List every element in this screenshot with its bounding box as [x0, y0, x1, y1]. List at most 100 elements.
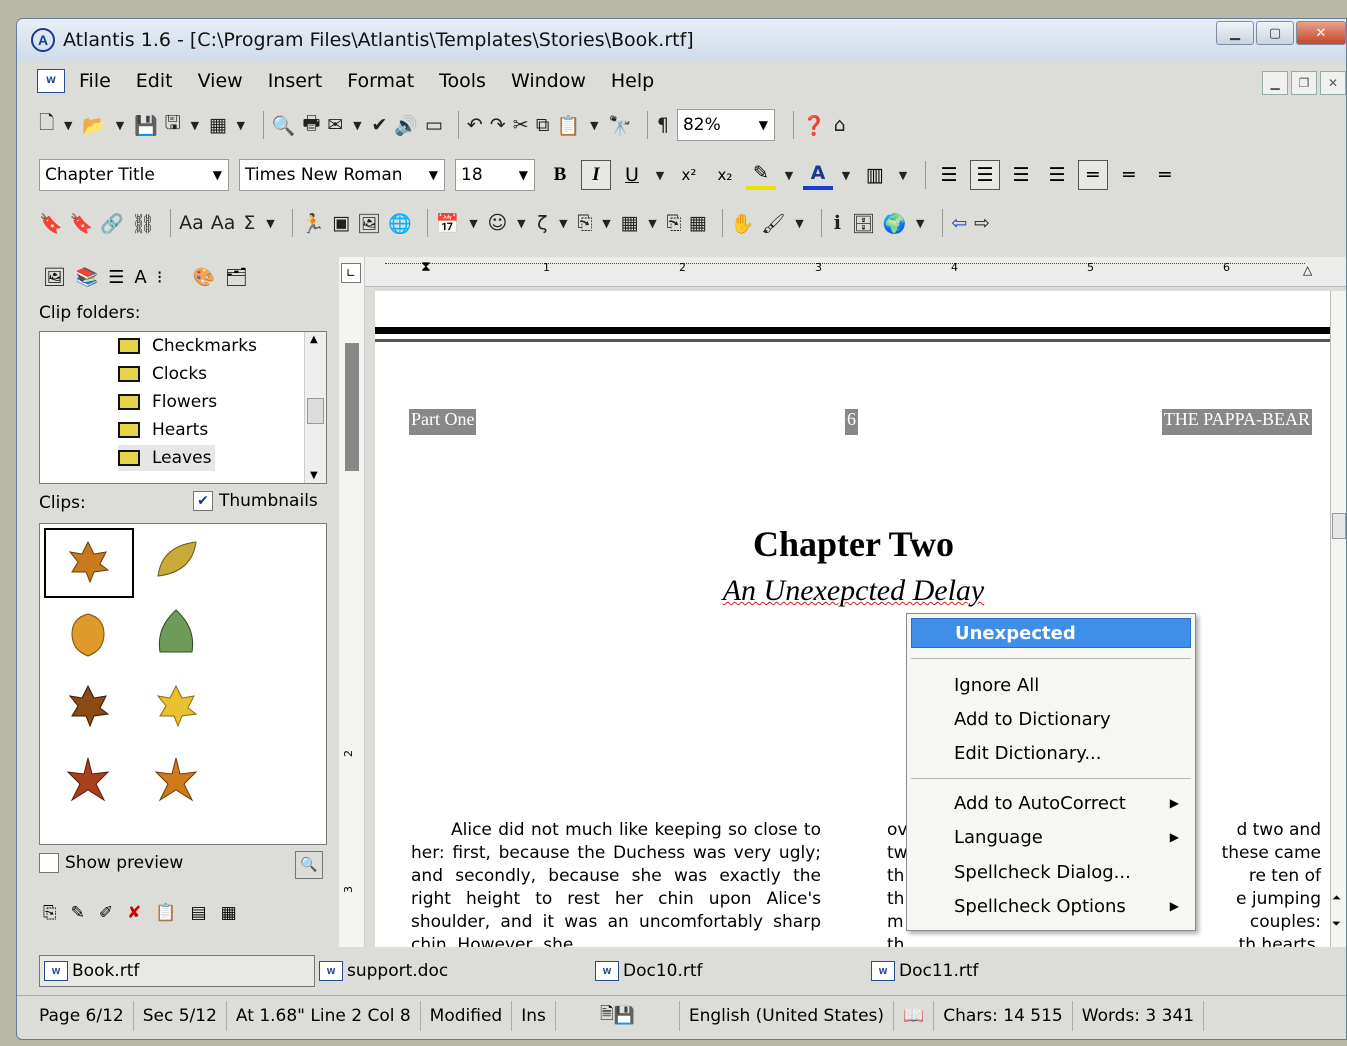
- menu-window[interactable]: Window: [511, 70, 586, 92]
- hand-icon[interactable]: ✋: [731, 212, 755, 235]
- document-scrollbar[interactable]: ⏶ ⏷: [1330, 291, 1346, 947]
- menu-file[interactable]: File: [79, 70, 111, 92]
- insert-clip-icon[interactable]: ⎘: [43, 903, 57, 923]
- show-preview-checkbox[interactable]: Show preview: [39, 853, 183, 873]
- dropdown-icon[interactable]: ▼: [653, 169, 667, 182]
- menu-tools[interactable]: Tools: [439, 70, 486, 92]
- speak-icon[interactable]: 🔊: [394, 114, 418, 137]
- word-count-icon[interactable]: Σ: [242, 212, 256, 234]
- dropdown-icon[interactable]: ▼: [467, 217, 481, 230]
- web-icon[interactable]: 🌍: [883, 212, 907, 235]
- justify-icon[interactable]: ☰: [1042, 160, 1072, 190]
- tab-stop-icon[interactable]: ∟: [341, 263, 361, 283]
- checkbox-icon[interactable]: ✔: [193, 491, 213, 511]
- smiley-icon[interactable]: ☺: [488, 212, 508, 234]
- dropdown-icon[interactable]: ▼: [350, 119, 364, 132]
- dropdown-icon[interactable]: ▼: [913, 217, 927, 230]
- horizontal-ruler[interactable]: 1 2 3 4 5 6 ⧗ △: [365, 257, 1346, 287]
- mdi-minimize-button[interactable]: ▁: [1262, 71, 1288, 95]
- format-painter-icon[interactable]: 🖌: [761, 212, 785, 235]
- spellcheck-icon[interactable]: ✔: [371, 114, 387, 136]
- spellcheck-status-icon[interactable]: 📖: [894, 1000, 935, 1031]
- panel-tab-clips-icon[interactable]: 🗂: [225, 267, 248, 288]
- subscript-button[interactable]: x₂: [710, 160, 740, 190]
- undo-icon[interactable]: ↶: [467, 114, 483, 136]
- mdi-close-button[interactable]: ✕: [1320, 71, 1346, 95]
- menu-language[interactable]: Language: [954, 822, 1043, 852]
- back-icon[interactable]: ⇦: [951, 212, 967, 234]
- form-icon[interactable]: ▭: [425, 114, 443, 136]
- frame-icon[interactable]: ▣: [332, 212, 350, 234]
- font-color-icon[interactable]: A: [803, 160, 833, 190]
- menu-spellcheck-dialog[interactable]: Spellcheck Dialog...: [954, 857, 1131, 887]
- scroll-up-icon[interactable]: ▲: [310, 334, 318, 345]
- paste-icon[interactable]: 📋: [557, 114, 581, 137]
- dropdown-icon[interactable]: ▼: [113, 119, 127, 132]
- edit-clip-icon[interactable]: ✎: [71, 903, 85, 923]
- print-preview-icon[interactable]: 🔍: [272, 114, 296, 137]
- dropdown-icon[interactable]: ▼: [263, 217, 277, 230]
- dropdown-icon[interactable]: ▼: [792, 217, 806, 230]
- hyperlink-icon[interactable]: 🔗: [100, 212, 124, 235]
- panel-tab-books-icon[interactable]: 📚: [76, 267, 98, 288]
- print-icon[interactable]: 🖶: [302, 109, 320, 141]
- folder-scrollbar[interactable]: ▲ ▼: [304, 332, 326, 483]
- picture-icon[interactable]: 🖼: [357, 212, 381, 235]
- highlight-icon[interactable]: ✎: [746, 160, 776, 190]
- insert-object-icon[interactable]: ⎘: [666, 212, 681, 234]
- panel-tab-styles-icon[interactable]: A: [134, 267, 146, 288]
- menu-edit-dictionary[interactable]: Edit Dictionary...: [954, 738, 1102, 768]
- save-as-icon[interactable]: 🖫: [165, 109, 181, 141]
- case-alt-icon[interactable]: Aa: [211, 212, 236, 234]
- calendar-icon[interactable]: 📅: [436, 212, 460, 235]
- folder-item[interactable]: Clocks: [118, 361, 207, 387]
- align-center-icon[interactable]: ☰: [970, 160, 1000, 190]
- underline-button[interactable]: U: [617, 160, 647, 190]
- email-icon[interactable]: ✉: [327, 114, 343, 136]
- yellow-maple-clip[interactable]: [152, 682, 200, 730]
- preview-icon[interactable]: 🔍: [295, 851, 323, 879]
- dropdown-icon[interactable]: ▼: [234, 119, 248, 132]
- menu-format[interactable]: Format: [347, 70, 414, 92]
- next-page-icon[interactable]: ⏷: [1332, 917, 1341, 931]
- menu-spellcheck-options[interactable]: Spellcheck Options: [954, 891, 1126, 921]
- bookmark-icon[interactable]: 🔖: [39, 212, 63, 235]
- scroll-thumb[interactable]: [307, 398, 324, 424]
- menu-ignore-all[interactable]: Ignore All: [954, 670, 1039, 700]
- style-combo[interactable]: Chapter Title ▼: [39, 159, 229, 191]
- folder-item[interactable]: Flowers: [118, 389, 217, 415]
- prev-page-icon[interactable]: ⏶: [1332, 891, 1341, 905]
- redo-icon[interactable]: ↷: [490, 114, 506, 136]
- dropdown-icon[interactable]: ▼: [896, 169, 910, 182]
- red-star-leaf-clip[interactable]: [64, 756, 112, 804]
- maximize-button[interactable]: ▢: [1256, 21, 1294, 45]
- case-icon[interactable]: Aa: [179, 212, 204, 234]
- menu-suggestion-unexpected[interactable]: Unexpected: [911, 618, 1191, 648]
- mdi-restore-button[interactable]: ❐: [1291, 71, 1317, 95]
- help-icon[interactable]: ❓: [802, 114, 826, 137]
- paste-clip-icon[interactable]: 📋: [155, 903, 176, 923]
- close-button[interactable]: ✕: [1296, 21, 1346, 45]
- open-icon[interactable]: 📂: [82, 114, 106, 137]
- save-icon[interactable]: 💾: [134, 114, 158, 137]
- panel-tab-lines-icon[interactable]: ☰: [108, 267, 124, 288]
- folder-item[interactable]: Hearts: [118, 417, 208, 443]
- tab-doc11[interactable]: W Doc11.rtf: [871, 955, 979, 987]
- bold-button[interactable]: B: [545, 160, 575, 190]
- insert-field-icon[interactable]: ⎘: [577, 212, 592, 234]
- align-right-icon[interactable]: ☰: [1006, 160, 1036, 190]
- folder-item[interactable]: Checkmarks: [118, 333, 257, 359]
- new-icon[interactable]: 🗋: [39, 109, 54, 141]
- bookmark-goto-icon[interactable]: 🔖: [70, 212, 94, 235]
- document-icon[interactable]: W: [37, 69, 65, 93]
- superscript-button[interactable]: x²: [674, 160, 704, 190]
- dropdown-icon[interactable]: ▼: [600, 217, 614, 230]
- globe-icon[interactable]: 🌐: [388, 212, 412, 235]
- insert-chart-icon[interactable]: ▦: [689, 212, 707, 234]
- home-icon[interactable]: ⌂: [833, 114, 847, 136]
- menu-insert[interactable]: Insert: [268, 70, 323, 92]
- panel-tab-palette-icon[interactable]: 🎨: [192, 267, 214, 288]
- minimize-button[interactable]: ▁: [1216, 21, 1254, 45]
- zoom-combo[interactable]: 82% ▼: [676, 109, 775, 141]
- italic-button[interactable]: I: [581, 160, 611, 190]
